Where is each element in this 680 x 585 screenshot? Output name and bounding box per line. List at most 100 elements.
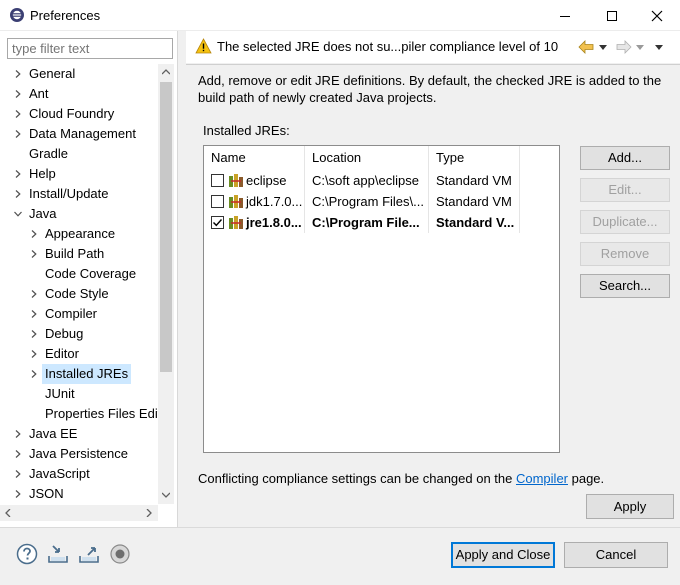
collapsed-chevron-icon[interactable]	[14, 110, 22, 118]
jre-library-icon	[229, 174, 243, 187]
scroll-left-icon[interactable]	[5, 509, 11, 517]
oomph-record-icon[interactable]	[109, 543, 131, 565]
preference-tree: General Ant Cloud Foundry Data Management Gr…	[0, 64, 160, 504]
tree-item-label: Debug	[45, 326, 84, 341]
column-header-name[interactable]: Name	[204, 146, 305, 170]
back-dropdown-icon[interactable]	[599, 45, 607, 50]
collapsed-chevron-icon[interactable]	[14, 190, 22, 198]
collapsed-chevron-icon[interactable]	[30, 370, 38, 378]
column-header-type[interactable]: Type	[429, 146, 520, 170]
page-message-header: The selected JRE does not su...piler com…	[186, 31, 680, 63]
header-separator	[186, 64, 680, 65]
tree-item-label: JavaScript	[29, 466, 90, 481]
expanded-chevron-icon[interactable]	[14, 210, 22, 218]
scroll-down-icon[interactable]	[162, 492, 170, 498]
edit-button[interactable]: Edit...	[580, 178, 670, 202]
window-title: Preferences	[30, 8, 101, 23]
forward-arrow-icon[interactable]	[616, 40, 632, 54]
filter-input[interactable]	[7, 38, 173, 59]
jre-library-icon	[229, 216, 243, 229]
export-icon[interactable]	[78, 543, 100, 565]
jre-type-cell: Standard VM	[429, 170, 520, 191]
tree-item-label: General	[29, 66, 76, 81]
jre-location-cell: C:\soft app\eclipse	[305, 170, 429, 191]
tree-scroll-thumb[interactable]	[160, 82, 172, 372]
collapsed-chevron-icon[interactable]	[30, 230, 38, 238]
view-menu-icon[interactable]	[655, 45, 663, 50]
jre-type-cell: Standard V...	[429, 212, 520, 233]
jre-location-cell: C:\Program Files\...	[305, 191, 429, 212]
cancel-button[interactable]: Cancel	[564, 542, 668, 568]
close-icon	[651, 10, 663, 21]
jre-location-cell: C:\Program File...	[305, 212, 429, 233]
tree-item-label: Java EE	[29, 426, 78, 441]
tree-item-label: JUnit	[45, 386, 75, 401]
collapsed-chevron-icon[interactable]	[30, 350, 38, 358]
tree-item-label: Install/Update	[29, 186, 109, 201]
scroll-right-icon[interactable]	[146, 509, 152, 517]
conflict-suffix: page.	[568, 471, 605, 486]
tree-item-label: Code Style	[45, 286, 109, 301]
checkbox-icon[interactable]	[211, 174, 224, 187]
checkbox-checked-icon[interactable]	[211, 216, 224, 229]
jre-row[interactable]: eclipse C:\soft app\eclipse Standard VM	[204, 170, 559, 191]
apply-and-close-button[interactable]: Apply and Close	[451, 542, 555, 568]
jre-row[interactable]: jre1.8.0... C:\Program File... Standard V.…	[204, 212, 559, 233]
help-icon[interactable]	[16, 543, 38, 565]
tree-item-label: Help	[29, 166, 56, 181]
collapsed-chevron-icon[interactable]	[30, 290, 38, 298]
import-icon[interactable]	[47, 543, 69, 565]
jre-name-cell: jre1.8.0...	[204, 212, 305, 233]
tree-item-label: Installed JREs	[42, 364, 132, 384]
scroll-up-icon[interactable]	[162, 69, 170, 75]
tree-item-label: Java	[29, 206, 57, 221]
collapsed-chevron-icon[interactable]	[14, 490, 22, 498]
tree-horizontal-scrollbar[interactable]	[0, 505, 158, 521]
column-header-location[interactable]: Location	[305, 146, 429, 170]
minimize-button[interactable]	[542, 0, 588, 31]
back-arrow-icon[interactable]	[578, 40, 594, 54]
duplicate-button[interactable]: Duplicate...	[580, 210, 670, 234]
installed-jres-label: Installed JREs:	[203, 123, 290, 138]
close-button[interactable]	[634, 0, 680, 31]
conflict-text: Conflicting compliance settings can be c…	[198, 471, 516, 486]
tree-item-label: Ant	[29, 86, 49, 101]
jre-name: jre1.8.0...	[246, 215, 302, 230]
tree-item-label: Appearance	[45, 226, 116, 241]
collapsed-chevron-icon[interactable]	[14, 170, 22, 178]
tree-vertical-scrollbar[interactable]	[158, 64, 174, 504]
page-description: Add, remove or edit JRE definitions. By …	[198, 73, 662, 105]
tree-item-label: Editor	[45, 346, 79, 361]
jre-name-cell: eclipse	[204, 170, 305, 191]
add-button[interactable]: Add...	[580, 146, 670, 170]
forward-dropdown-icon[interactable]	[636, 45, 644, 50]
preferences-window: Preferences General Ant Cloud Foundry Data …	[0, 0, 680, 585]
checkbox-icon[interactable]	[211, 195, 224, 208]
apply-button[interactable]: Apply	[586, 494, 674, 519]
maximize-button[interactable]	[589, 0, 635, 31]
collapsed-chevron-icon[interactable]	[30, 330, 38, 338]
collapsed-chevron-icon[interactable]	[14, 430, 22, 438]
compiler-page-link[interactable]: Compiler	[516, 471, 568, 486]
collapsed-chevron-icon[interactable]	[30, 250, 38, 258]
collapsed-chevron-icon[interactable]	[14, 470, 22, 478]
jre-name: eclipse	[246, 173, 287, 188]
collapsed-chevron-icon[interactable]	[30, 310, 38, 318]
jre-table: Name Location Type eclipse C:\soft app\ec…	[203, 145, 560, 453]
collapsed-chevron-icon[interactable]	[14, 450, 22, 458]
conflict-note: Conflicting compliance settings can be c…	[198, 471, 604, 486]
collapsed-chevron-icon[interactable]	[14, 130, 22, 138]
tree-item-label: Compiler	[45, 306, 98, 321]
jre-row[interactable]: jdk1.7.0... C:\Program Files\... Standard …	[204, 191, 559, 212]
tree-item-label: JSON	[29, 486, 64, 501]
warning-icon	[195, 38, 212, 54]
collapsed-chevron-icon[interactable]	[14, 70, 22, 78]
remove-button[interactable]: Remove	[580, 242, 670, 266]
maximize-icon	[607, 10, 617, 21]
preference-tree-panel: General Ant Cloud Foundry Data Management Gr…	[0, 31, 178, 527]
dialog-footer: Apply and Close Cancel	[0, 527, 680, 585]
search-button[interactable]: Search...	[580, 274, 670, 298]
warning-message: The selected JRE does not su...piler com…	[217, 39, 559, 54]
tree-item-label: Code Coverage	[45, 266, 137, 281]
collapsed-chevron-icon[interactable]	[14, 90, 22, 98]
